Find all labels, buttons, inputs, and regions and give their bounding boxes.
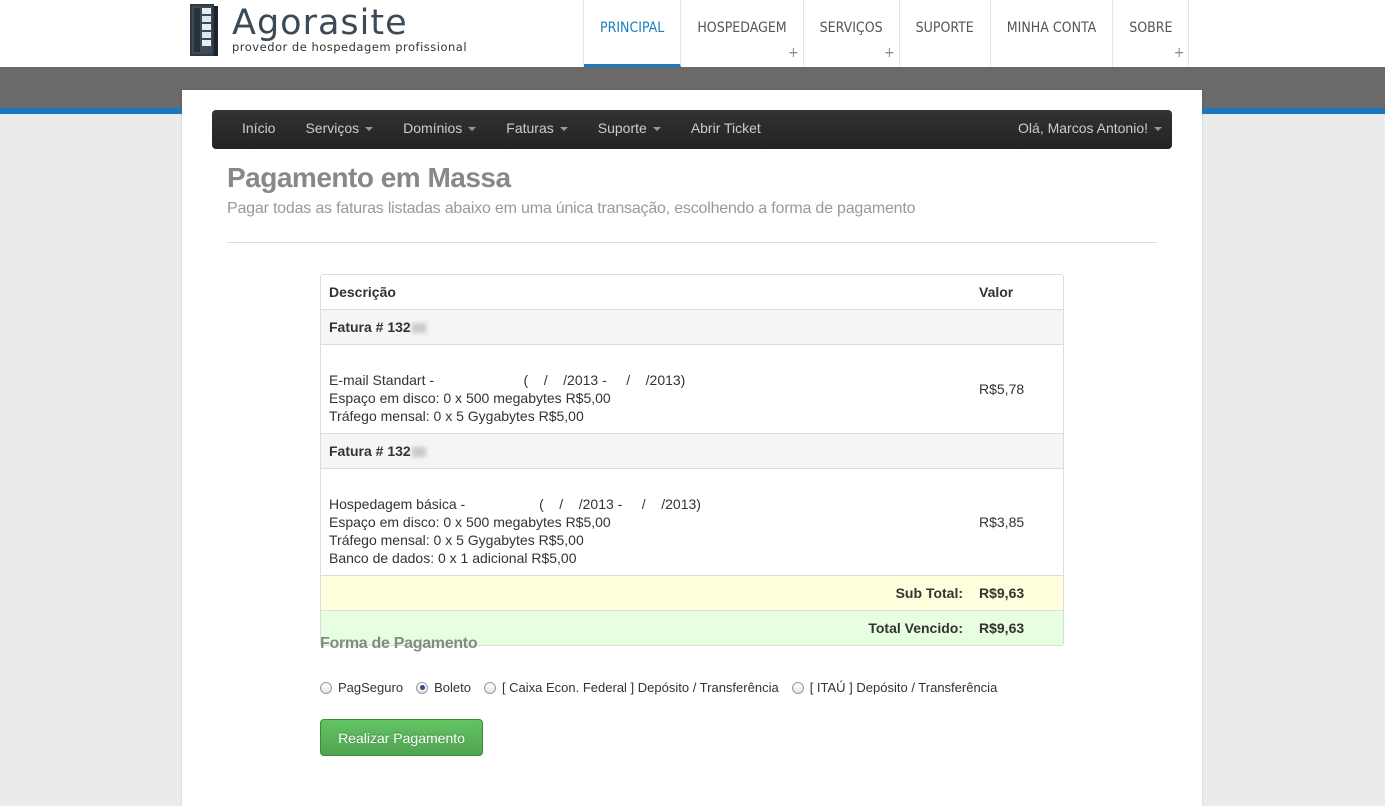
- invoice-number: Fatura # 132: [329, 443, 411, 459]
- caret-down-icon: [365, 127, 374, 132]
- logo-tagline: provedor de hospedagem profissional: [232, 40, 468, 54]
- description-line: Espaço em disco: 0 x 500 megabytes R$5,0…: [329, 514, 611, 530]
- client-nav-label: Serviços: [305, 120, 360, 136]
- main-nav-label: PRINCIPAL: [600, 20, 665, 36]
- client-nav-servicos[interactable]: Serviços: [290, 110, 388, 149]
- server-rack-icon: [190, 4, 218, 56]
- table-row: E-mail Standart - ( / /2013 - / /2013) Es…: [321, 344, 1063, 433]
- main-nav-principal[interactable]: PRINCIPAL: [584, 0, 682, 67]
- caret-down-icon: [559, 127, 568, 132]
- main-nav-label: HOSPEDAGEM: [697, 20, 787, 36]
- table-row: Hospedagem básica - ( / /2013 - / /2013)…: [321, 468, 1063, 575]
- invoice-heading-row: Fatura # 132: [321, 309, 1063, 344]
- invoice-description: E-mail Standart - ( / /2013 - / /2013) Es…: [321, 344, 971, 433]
- client-nav-label: Abrir Ticket: [690, 120, 761, 136]
- client-nav-inicio[interactable]: Início: [227, 110, 290, 149]
- plus-icon: +: [884, 45, 895, 61]
- client-nav-label: Domínios: [403, 120, 463, 136]
- table-header-row: Descrição Valor: [321, 275, 1063, 309]
- description-line: Hospedagem básica - ( / /2013 - / /2013): [329, 496, 701, 512]
- main-nav-label: SERVIÇOS: [819, 20, 883, 36]
- client-nav-faturas[interactable]: Faturas: [491, 110, 582, 149]
- payment-option-itau[interactable]: [ ITAÚ ] Depósito / Transferência: [791, 680, 998, 695]
- client-nav-abrir-ticket[interactable]: Abrir Ticket: [676, 110, 776, 149]
- invoice-heading-row: Fatura # 132: [321, 433, 1063, 468]
- payment-option-boleto[interactable]: Boleto: [416, 680, 471, 695]
- description-line: Banco de dados: 0 x 1 adicional R$5,00: [329, 550, 577, 566]
- content-panel: Início Serviços Domínios Faturas Suporte…: [182, 90, 1202, 806]
- radio-button[interactable]: [320, 681, 332, 694]
- user-menu[interactable]: Olá, Marcos Antonio!: [1018, 110, 1162, 147]
- main-navigation: PRINCIPAL HOSPEDAGEM + SERVIÇOS + SUPORTE …: [583, 0, 1190, 67]
- invoice-heading: Fatura # 132: [321, 309, 1063, 344]
- total-value: R$9,63: [971, 610, 1063, 645]
- plus-icon: +: [788, 45, 799, 61]
- description-line: Tráfego mensal: 0 x 5 Gygabytes R$5,00: [329, 408, 584, 424]
- main-nav-label: SOBRE: [1129, 20, 1173, 36]
- payment-option-label: Boleto: [434, 680, 471, 695]
- main-nav-suporte[interactable]: SUPORTE: [900, 0, 991, 67]
- invoice-value: R$5,78: [971, 344, 1063, 433]
- invoice-heading: Fatura # 132: [321, 433, 1063, 468]
- client-area-navbar: Início Serviços Domínios Faturas Suporte…: [212, 110, 1172, 149]
- logo-wordmark: Agorasite: [232, 3, 408, 43]
- description-line: E-mail Standart - ( / /2013 - / /2013): [329, 372, 686, 388]
- invoice-description: Hospedagem básica - ( / /2013 - / /2013)…: [321, 468, 971, 575]
- logo-text-agora: Agora: [232, 3, 341, 43]
- radio-button[interactable]: [483, 681, 496, 694]
- plus-icon: +: [1173, 45, 1185, 61]
- caret-down-icon: [652, 127, 661, 132]
- client-nav-dominios[interactable]: Domínios: [388, 110, 491, 149]
- payment-option-label: [ ITAÚ ] Depósito / Transferência: [809, 680, 998, 695]
- radio-button-selected[interactable]: [416, 681, 429, 694]
- payment-method-options: PagSeguro Boleto [ Caixa Econ. Federal ]…: [320, 680, 1010, 695]
- invoice-table: Descrição Valor Fatura # 132 E-mail Stan…: [320, 274, 1064, 646]
- payment-option-pagseguro[interactable]: PagSeguro: [320, 680, 403, 695]
- main-nav-label: MINHA CONTA: [1006, 20, 1097, 36]
- site-header: Agorasite provedor de hospedagem profiss…: [0, 0, 1385, 67]
- main-nav-label: SUPORTE: [915, 20, 974, 36]
- client-nav-label: Faturas: [506, 120, 554, 136]
- subtotal-value: R$9,63: [971, 575, 1063, 610]
- divider: [227, 242, 1157, 243]
- subtotal-label: Sub Total:: [321, 575, 971, 610]
- redacted-text: [411, 323, 426, 334]
- payment-option-label: PagSeguro: [338, 680, 404, 695]
- subtotal-row: Sub Total: R$9,63: [321, 575, 1063, 610]
- column-header-value: Valor: [979, 284, 1014, 300]
- invoice-number: Fatura # 132: [329, 319, 411, 335]
- caret-down-icon: [1154, 127, 1162, 132]
- client-nav-links: Início Serviços Domínios Faturas Suporte…: [227, 110, 776, 149]
- client-nav-suporte[interactable]: Suporte: [583, 110, 676, 149]
- payment-method-title: Forma de Pagamento: [320, 635, 478, 652]
- invoice-value: R$3,85: [971, 468, 1063, 575]
- main-nav-sobre[interactable]: SOBRE +: [1113, 0, 1190, 67]
- caret-down-icon: [468, 127, 477, 132]
- logo-text-site: site: [340, 3, 408, 43]
- submit-payment-button[interactable]: Realizar Pagamento: [320, 719, 483, 756]
- site-logo[interactable]: Agorasite provedor de hospedagem profiss…: [189, 3, 489, 59]
- client-nav-label: Início: [242, 120, 276, 136]
- client-nav-label: Suporte: [597, 120, 647, 136]
- description-line: Tráfego mensal: 0 x 5 Gygabytes R$5,00: [329, 532, 584, 548]
- main-nav-hospedagem[interactable]: HOSPEDAGEM +: [681, 0, 804, 67]
- user-greeting: Olá, Marcos Antonio!: [1018, 120, 1148, 136]
- payment-option-caixa[interactable]: [ Caixa Econ. Federal ] Depósito / Trans…: [483, 680, 779, 695]
- column-header-description: Descrição: [329, 284, 396, 300]
- main-nav-servicos[interactable]: SERVIÇOS +: [804, 0, 900, 67]
- main-nav-minha-conta[interactable]: MINHA CONTA: [991, 0, 1114, 67]
- payment-option-label: [ Caixa Econ. Federal ] Depósito / Trans…: [501, 680, 779, 695]
- redacted-text: [411, 447, 426, 458]
- description-line: Espaço em disco: 0 x 500 megabytes R$5,0…: [329, 390, 611, 406]
- radio-button[interactable]: [791, 681, 804, 694]
- page-title: Pagamento em Massa: [227, 162, 511, 193]
- page-subtitle: Pagar todas as faturas listadas abaixo e…: [227, 200, 916, 217]
